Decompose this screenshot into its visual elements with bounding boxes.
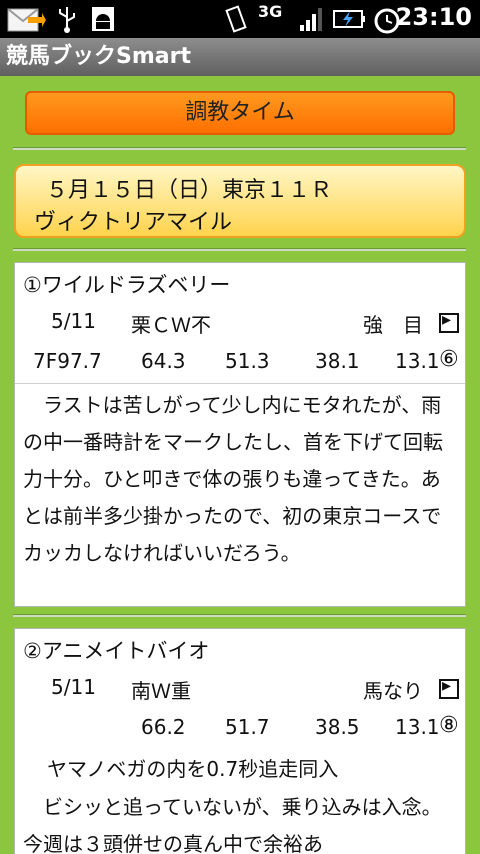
training-comment: ラストは苦しがって少し内にモタれたが、雨の中一番時計をマークしたし、首を下げて回… (23, 393, 443, 565)
app-title-bar: 競馬ブックSmart (0, 38, 480, 76)
race-info-box: ５月１５日（日）東京１１Ｒ ヴィクトリアマイル (14, 164, 466, 238)
status-time: 23:10 (395, 3, 472, 31)
battery-charging-icon (333, 10, 365, 28)
horse-name: ②アニメイトバイオ (23, 639, 210, 663)
usb-icon (59, 7, 75, 33)
time-1f: 13.1 (395, 715, 440, 739)
training-comment: ビシッと追っていないが、乗り込みは入念。今週は３頭併せの真ん中で余裕あ (23, 795, 442, 854)
race-date-line: ５月１５日（日）東京１１Ｒ (46, 178, 333, 203)
time-3f: 38.1 (315, 349, 360, 373)
position-mark: ⑧ (439, 713, 459, 738)
training-course: 栗ＣＷ不 (131, 313, 211, 337)
training-date: 5/11 (51, 309, 96, 333)
training-strength: 強 目 (363, 313, 423, 337)
detail-arrow-icon[interactable] (439, 309, 459, 333)
training-date: 5/11 (51, 675, 96, 699)
horse-name: ①ワイルドラズベリー (23, 273, 231, 297)
vibrate-icon (225, 5, 247, 33)
android-debug-icon (92, 7, 114, 31)
partner-note: ヤマノベガの内を0.7秒追走同入 (47, 757, 339, 781)
detail-arrow-icon[interactable] (439, 675, 459, 699)
time-4f: 51.3 (225, 349, 270, 373)
position-mark: ⑥ (439, 347, 459, 372)
app-title: 競馬ブックSmart (6, 44, 191, 69)
time-3f: 38.5 (315, 715, 360, 739)
time-5f: 64.3 (141, 349, 186, 373)
main-content[interactable]: 調教タイム ５月１５日（日）東京１１Ｒ ヴィクトリアマイル ①ワイルドラズベリー… (0, 76, 480, 854)
status-bar: 3G 23:10 (0, 0, 480, 38)
divider (13, 248, 466, 251)
time-5f: 66.2 (141, 715, 186, 739)
time-1f: 13.1 (395, 349, 440, 373)
training-time-button[interactable]: 調教タイム (25, 91, 455, 135)
time-4f: 51.7 (225, 715, 270, 739)
divider (13, 614, 466, 617)
divider (13, 147, 466, 150)
horse-card[interactable]: ①ワイルドラズベリー 5/11 栗ＣＷ不 強 目 7F97.7 64.3 51.… (14, 262, 466, 607)
signal-strength-icon (300, 8, 322, 31)
card-divider (15, 383, 465, 384)
network-type: 3G (258, 2, 283, 21)
horse-card[interactable]: ②アニメイトバイオ 5/11 南Ｗ重 馬なり 66.2 51.7 38.5 13… (14, 628, 466, 854)
race-name: ヴィクトリアマイル (34, 210, 233, 235)
time-7f: 7F97.7 (33, 349, 102, 373)
training-course: 南Ｗ重 (131, 679, 191, 703)
training-strength: 馬なり (363, 679, 423, 703)
mail-notification-icon (7, 8, 46, 32)
